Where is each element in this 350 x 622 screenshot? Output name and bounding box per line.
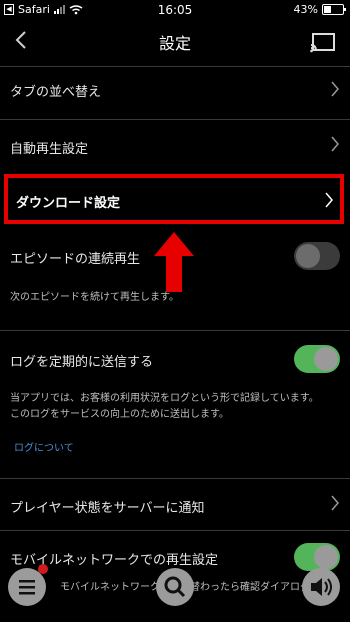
about-log-link[interactable]: ログについて [14, 439, 74, 454]
chevron-right-icon [331, 81, 339, 97]
episode-continuous-desc: 次のエピソードを続けて再生します。 [10, 292, 179, 303]
battery-percent: 43% [293, 3, 318, 16]
row-autoplay-label: 自動再生設定 [10, 142, 89, 157]
send-log-toggle[interactable] [294, 345, 340, 373]
row-send-log-label: ログを定期的に送信する [10, 355, 154, 370]
search-icon [164, 576, 186, 598]
row-episode-continuous-label: エピソードの連続再生 [10, 252, 141, 267]
row-episode-continuous: エピソードの連続再生 次のエピソードを続けて再生します。 [0, 230, 350, 320]
chevron-right-icon [331, 495, 339, 511]
row-player-state[interactable]: プレイヤー状態をサーバーに通知 [0, 478, 350, 529]
cast-icon[interactable] [310, 32, 336, 54]
status-bar: ◀ Safari 16:05 43% [0, 0, 350, 20]
bottom-floating-bar: モバイルネットワークに切り替わったら確認ダイアログ [0, 564, 350, 621]
row-send-log: ログを定期的に送信する 当アプリでは、お客様の利用状況をログという形で記録してい… [0, 330, 350, 471]
row-tab-sort-label: タブの並べ替え [10, 85, 102, 100]
status-right: 43% [293, 3, 346, 16]
page-title: 設定 [158, 34, 191, 53]
row-autoplay[interactable]: 自動再生設定 [0, 119, 350, 170]
episode-continuous-toggle[interactable] [294, 242, 340, 270]
row-player-state-label: プレイヤー状態をサーバーに通知 [10, 501, 205, 516]
send-log-desc-2: このログをサービスの向上のために送出します。 [10, 409, 229, 420]
row-download-label: ダウンロード設定 [16, 196, 121, 211]
mobile-network-toggle[interactable] [294, 543, 340, 571]
chevron-right-icon [325, 192, 333, 208]
send-log-desc-1: 当アプリでは、お客様の利用状況をログという形で記録しています。 [10, 393, 319, 404]
battery-icon [322, 4, 346, 15]
speaker-icon [311, 578, 332, 596]
row-tab-sort[interactable]: タブの並べ替え [0, 66, 350, 113]
search-button[interactable] [156, 568, 194, 606]
chevron-right-icon [331, 136, 339, 152]
row-download-highlight[interactable]: ダウンロード設定 [4, 174, 344, 224]
nav-bar: 設定 [0, 20, 350, 64]
notification-badge [38, 564, 48, 574]
sound-button[interactable] [302, 568, 340, 606]
